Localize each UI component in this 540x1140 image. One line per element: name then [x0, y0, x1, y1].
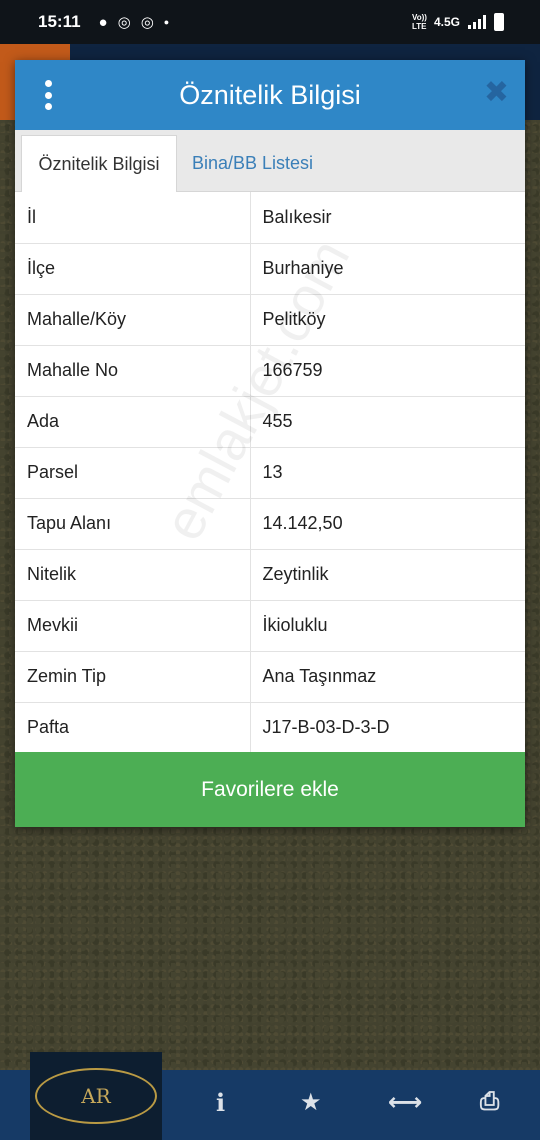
add-to-favorites-button[interactable]: Favorilere ekle — [15, 752, 525, 827]
row-value: Ana Taşınmaz — [250, 651, 525, 703]
battery-icon — [494, 13, 504, 31]
row-value: 14.142,50 — [250, 498, 525, 550]
star-icon[interactable]: ★ — [300, 1088, 322, 1117]
more-options-icon[interactable] — [41, 80, 55, 110]
measure-icon[interactable]: ⟷ — [388, 1088, 422, 1117]
logo-mark: AR — [35, 1068, 157, 1124]
row-key: İl — [15, 192, 251, 244]
tab-attribute-info[interactable]: Öznitelik Bilgisi — [21, 135, 177, 192]
row-key: Pafta — [15, 702, 251, 754]
status-time: 15:11 — [38, 12, 81, 31]
message-icon: ● — [98, 13, 108, 31]
row-key: Zemin Tip — [15, 651, 251, 703]
tab-building-list[interactable]: Bina/BB Listesi — [180, 135, 325, 192]
table-row: Nitelik Zeytinlik — [15, 549, 525, 601]
row-value: 13 — [250, 447, 525, 499]
dialog-header: Öznitelik Bilgisi ✖ — [15, 60, 525, 130]
row-key: Mahalle No — [15, 345, 251, 397]
network-type: 4.5G — [433, 15, 460, 29]
row-key: Nitelik — [15, 549, 251, 601]
dialog-title: Öznitelik Bilgisi — [179, 79, 361, 110]
table-row: Tapu Alanı 14.142,50 — [15, 498, 525, 550]
row-key: Mahalle/Köy — [15, 294, 251, 346]
row-value: 455 — [250, 396, 525, 448]
attribute-table: İl Balıkesir İlçe Burhaniye Mahalle/Köy Pel… — [15, 192, 525, 754]
row-value: J17-B-03-D-3-D — [250, 702, 525, 754]
tab-bar: Öznitelik Bilgisi Bina/BB Listesi — [15, 130, 525, 192]
instagram-icon: ◎ — [117, 14, 131, 31]
row-value: Balıkesir — [250, 192, 525, 244]
table-row: Zemin Tip Ana Taşınmaz — [15, 651, 525, 703]
row-value: İkioluklu — [250, 600, 525, 652]
volte-indicator: Vo)) LTE — [411, 13, 427, 31]
table-row: Parsel 13 — [15, 447, 525, 499]
row-key: Mevkii — [15, 600, 251, 652]
row-key: İlçe — [15, 243, 251, 295]
logo: AR — [30, 1052, 162, 1140]
info-icon[interactable]: i — [216, 1088, 225, 1117]
signal-icon — [468, 15, 486, 29]
notification-icons: ● ◎ ◎ ● — [98, 13, 170, 32]
status-right: Vo)) LTE 4.5G — [412, 13, 504, 31]
print-icon[interactable]: ⎙ — [480, 1088, 499, 1116]
table-row: İl Balıkesir — [15, 192, 525, 244]
table-row: Pafta J17-B-03-D-3-D — [15, 702, 525, 754]
attribute-dialog: Öznitelik Bilgisi ✖ Öznitelik Bilgisi Bi… — [15, 60, 525, 827]
table-row: Mevkii İkioluklu — [15, 600, 525, 652]
dot-icon: ● — [163, 17, 170, 27]
table-row: İlçe Burhaniye — [15, 243, 525, 295]
status-bar: 15:11 ● ◎ ◎ ● Vo)) LTE 4.5G — [0, 0, 540, 44]
instagram-icon: ◎ — [140, 14, 154, 31]
row-value: Zeytinlik — [250, 549, 525, 601]
close-icon[interactable]: ✖ — [484, 78, 509, 108]
